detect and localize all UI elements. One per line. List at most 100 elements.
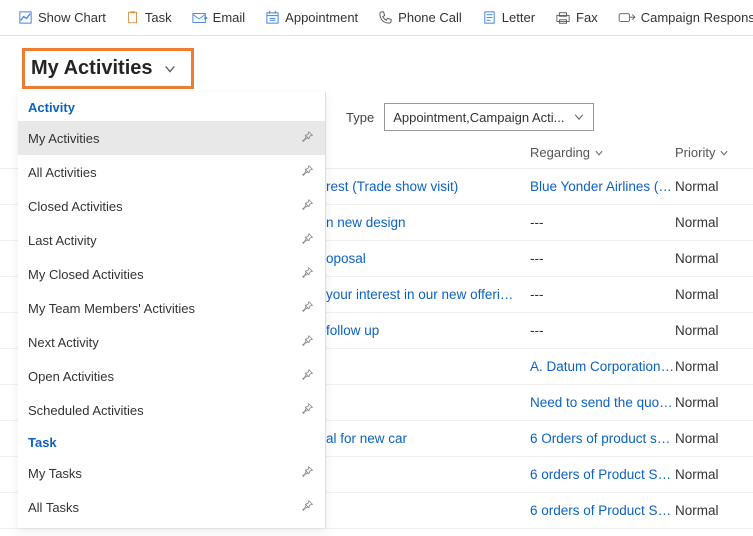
regarding-cell[interactable]: 6 Orders of product sku J bbox=[530, 431, 675, 446]
subject-cell[interactable]: oposal bbox=[326, 251, 530, 266]
column-header-regarding-label: Regarding bbox=[530, 145, 590, 160]
view-selector[interactable]: My Activities bbox=[22, 48, 194, 89]
view-option-label: My Closed Activities bbox=[28, 267, 144, 282]
regarding-cell[interactable]: 6 orders of Product SKU . bbox=[530, 503, 675, 518]
view-option-label: Last Activity bbox=[28, 233, 97, 248]
chevron-down-icon bbox=[573, 111, 585, 123]
column-header-priority[interactable]: Priority bbox=[675, 145, 745, 160]
priority-cell: Normal bbox=[675, 359, 745, 374]
activity-type-select[interactable]: Appointment,Campaign Acti... bbox=[384, 103, 594, 131]
campaign-response-label: Campaign Response bbox=[641, 10, 753, 25]
campaign-response-icon bbox=[618, 11, 636, 25]
view-option[interactable]: Closed Activities bbox=[18, 189, 325, 223]
fax-label: Fax bbox=[576, 10, 598, 25]
pin-icon[interactable] bbox=[301, 266, 315, 283]
view-group-header: Activity bbox=[18, 92, 325, 121]
campaign-response-button[interactable]: Campaign Response bbox=[610, 6, 753, 29]
task-icon bbox=[126, 10, 140, 25]
view-dropdown-panel: Activity My Activities All Activities Close… bbox=[18, 92, 326, 528]
priority-cell: Normal bbox=[675, 323, 745, 338]
priority-cell: Normal bbox=[675, 215, 745, 230]
priority-cell: Normal bbox=[675, 431, 745, 446]
fax-icon bbox=[555, 11, 571, 25]
fax-button[interactable]: Fax bbox=[547, 6, 606, 29]
regarding-cell: --- bbox=[530, 323, 675, 338]
regarding-cell[interactable]: 6 orders of Product SKU . bbox=[530, 467, 675, 482]
view-option-label: Open Activities bbox=[28, 369, 114, 384]
view-option-label: All Tasks bbox=[28, 500, 79, 515]
email-button[interactable]: Email bbox=[184, 6, 254, 29]
view-option[interactable]: Open Activities bbox=[18, 359, 325, 393]
subject-cell[interactable]: follow up bbox=[326, 323, 530, 338]
pin-icon[interactable] bbox=[301, 164, 315, 181]
view-option-label: My Activities bbox=[28, 131, 100, 146]
view-option-label: Next Activity bbox=[28, 335, 99, 350]
email-icon bbox=[192, 11, 208, 25]
view-option[interactable]: My Activities bbox=[18, 121, 325, 155]
priority-cell: Normal bbox=[675, 251, 745, 266]
view-option[interactable]: My Tasks bbox=[18, 456, 325, 490]
chevron-down-icon bbox=[594, 148, 604, 158]
subject-cell[interactable]: al for new car bbox=[326, 431, 530, 446]
command-bar: Show Chart Task Email Appointment Phone … bbox=[0, 0, 753, 36]
pin-icon[interactable] bbox=[301, 499, 315, 516]
view-option[interactable]: My Team Members' Activities bbox=[18, 291, 325, 325]
subject-cell[interactable]: rest (Trade show visit) bbox=[326, 179, 530, 194]
pin-icon[interactable] bbox=[301, 232, 315, 249]
regarding-cell[interactable]: A. Datum Corporation (sa bbox=[530, 359, 675, 374]
view-option-label: Scheduled Activities bbox=[28, 403, 144, 418]
priority-cell: Normal bbox=[675, 467, 745, 482]
pin-icon[interactable] bbox=[301, 402, 315, 419]
phone-icon bbox=[378, 10, 393, 25]
view-group-header: Phone Call bbox=[18, 524, 325, 528]
phone-call-button[interactable]: Phone Call bbox=[370, 6, 470, 29]
view-option-label: All Activities bbox=[28, 165, 97, 180]
pin-icon[interactable] bbox=[301, 300, 315, 317]
chevron-down-icon bbox=[719, 148, 729, 158]
priority-cell: Normal bbox=[675, 287, 745, 302]
subject-cell[interactable]: n new design bbox=[326, 215, 530, 230]
view-header-row: My Activities bbox=[0, 36, 753, 89]
pin-icon[interactable] bbox=[301, 334, 315, 351]
view-option-label: My Team Members' Activities bbox=[28, 301, 195, 316]
email-label: Email bbox=[213, 10, 246, 25]
pin-icon[interactable] bbox=[301, 130, 315, 147]
regarding-cell: --- bbox=[530, 215, 675, 230]
show-chart-button[interactable]: Show Chart bbox=[10, 6, 114, 29]
view-option-label: Closed Activities bbox=[28, 199, 123, 214]
pin-icon[interactable] bbox=[301, 465, 315, 482]
subject-cell[interactable]: your interest in our new offerings bbox=[326, 287, 530, 302]
view-title: My Activities bbox=[25, 57, 153, 80]
regarding-cell[interactable]: Blue Yonder Airlines (sam bbox=[530, 179, 675, 194]
column-header-regarding[interactable]: Regarding bbox=[530, 145, 675, 160]
view-option[interactable]: All Activities bbox=[18, 155, 325, 189]
view-option[interactable]: Last Activity bbox=[18, 223, 325, 257]
chart-icon bbox=[18, 10, 33, 25]
appointment-button[interactable]: Appointment bbox=[257, 6, 366, 29]
pin-icon[interactable] bbox=[301, 198, 315, 215]
view-option[interactable]: All Tasks bbox=[18, 490, 325, 524]
column-header-priority-label: Priority bbox=[675, 145, 715, 160]
activity-type-label: Type bbox=[346, 110, 374, 125]
priority-cell: Normal bbox=[675, 179, 745, 194]
task-label: Task bbox=[145, 10, 172, 25]
calendar-icon bbox=[265, 10, 280, 25]
view-option-label: My Tasks bbox=[28, 466, 82, 481]
view-group-header: Task bbox=[18, 427, 325, 456]
regarding-cell[interactable]: Need to send the quotati bbox=[530, 395, 675, 410]
task-button[interactable]: Task bbox=[118, 6, 180, 29]
pin-icon[interactable] bbox=[301, 368, 315, 385]
priority-cell: Normal bbox=[675, 395, 745, 410]
letter-button[interactable]: Letter bbox=[474, 6, 543, 29]
letter-icon bbox=[482, 10, 497, 25]
view-dropdown-scroll[interactable]: Activity My Activities All Activities Close… bbox=[18, 92, 325, 528]
show-chart-label: Show Chart bbox=[38, 10, 106, 25]
view-option[interactable]: My Closed Activities bbox=[18, 257, 325, 291]
regarding-cell: --- bbox=[530, 287, 675, 302]
appointment-label: Appointment bbox=[285, 10, 358, 25]
view-option[interactable]: Scheduled Activities bbox=[18, 393, 325, 427]
activity-type-value: Appointment,Campaign Acti... bbox=[393, 110, 564, 125]
phone-call-label: Phone Call bbox=[398, 10, 462, 25]
regarding-cell: --- bbox=[530, 251, 675, 266]
view-option[interactable]: Next Activity bbox=[18, 325, 325, 359]
